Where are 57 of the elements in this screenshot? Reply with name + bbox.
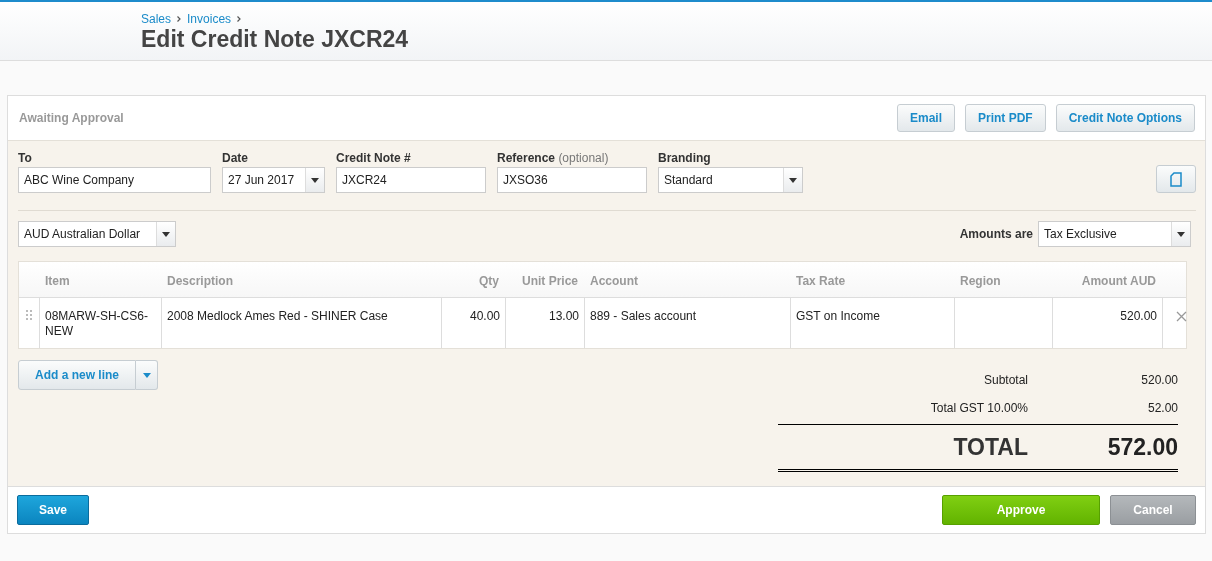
add-line-button[interactable]: Add a new line: [18, 360, 136, 390]
total-label: Total GST 10.00%: [929, 401, 1028, 415]
grand-total-value: 572.00: [1106, 433, 1178, 461]
action-button[interactable]: Print PDF: [965, 104, 1046, 132]
field-label: Date: [222, 151, 249, 165]
approve-button[interactable]: Approve: [942, 495, 1100, 525]
column-header: Unit Price: [521, 273, 579, 290]
cancel-button[interactable]: Cancel: [1110, 495, 1196, 525]
table-cell: 2008 Medlock Ames Red - SHINER Case: [167, 309, 388, 323]
save-button[interactable]: Save: [17, 495, 89, 525]
action-button[interactable]: Email: [896, 104, 955, 132]
add-line-menu-button[interactable]: [136, 360, 158, 390]
column-header: Item: [44, 273, 71, 290]
field-label: To: [18, 151, 33, 165]
field-label: Reference (optional): [497, 151, 610, 165]
total-value: 52.00: [1146, 401, 1178, 415]
close-icon[interactable]: [1175, 311, 1187, 322]
total-value: 520.00: [1140, 373, 1178, 387]
column-header: Tax Rate: [795, 273, 847, 290]
amounts-label: Amounts are: [959, 227, 1033, 241]
caret-icon: [1177, 231, 1185, 237]
status-label: Awaiting Approval: [19, 111, 125, 125]
drag-handle-icon[interactable]: [26, 310, 32, 320]
tax-mode-dropdown[interactable]: Tax Exclusive: [1038, 221, 1191, 247]
table-cell: 889 - Sales account: [590, 309, 697, 323]
input-field[interactable]: JXSO36: [497, 167, 647, 193]
input-field[interactable]: ABC Wine Company: [18, 167, 211, 193]
field-label: Branding: [658, 151, 712, 165]
column-header: Description: [166, 273, 234, 290]
breadcrumb-link[interactable]: Sales: [141, 12, 172, 26]
dropdown-field[interactable]: Standard: [658, 167, 803, 193]
column-header: Region: [959, 273, 1002, 290]
table-cell: 08MARW-SH-CS6-NEW: [45, 309, 148, 338]
total-label: Subtotal: [982, 373, 1028, 387]
currency-dropdown[interactable]: AUD Australian Dollar: [18, 221, 176, 247]
table-cell: 13.00: [548, 309, 579, 323]
table-cell: 40.00: [469, 309, 500, 323]
field-label: Credit Note #: [336, 151, 412, 165]
copy-button[interactable]: [1156, 165, 1196, 193]
column-header: Account: [589, 273, 639, 290]
grand-total-label: TOTAL: [952, 433, 1028, 461]
page-title: Edit Credit Note JXCR24: [141, 26, 410, 53]
table-cell: 520.00: [1120, 309, 1157, 323]
chevron-icon: [237, 16, 242, 22]
document-icon: [1170, 171, 1182, 187]
table-cell: GST on Income: [796, 309, 880, 323]
caret-icon: [142, 372, 151, 378]
input-field[interactable]: JXCR24: [336, 167, 486, 193]
column-header: Amount AUD: [1080, 273, 1157, 290]
breadcrumb-link[interactable]: Invoices: [187, 12, 232, 26]
caret-icon: [162, 231, 170, 237]
dropdown-field[interactable]: 27 Jun 2017: [222, 167, 325, 193]
action-button[interactable]: Credit Note Options: [1055, 104, 1195, 132]
column-header: Qty: [478, 273, 500, 290]
chevron-icon: [177, 16, 182, 22]
caret-icon: [789, 177, 797, 183]
caret-icon: [311, 177, 319, 183]
